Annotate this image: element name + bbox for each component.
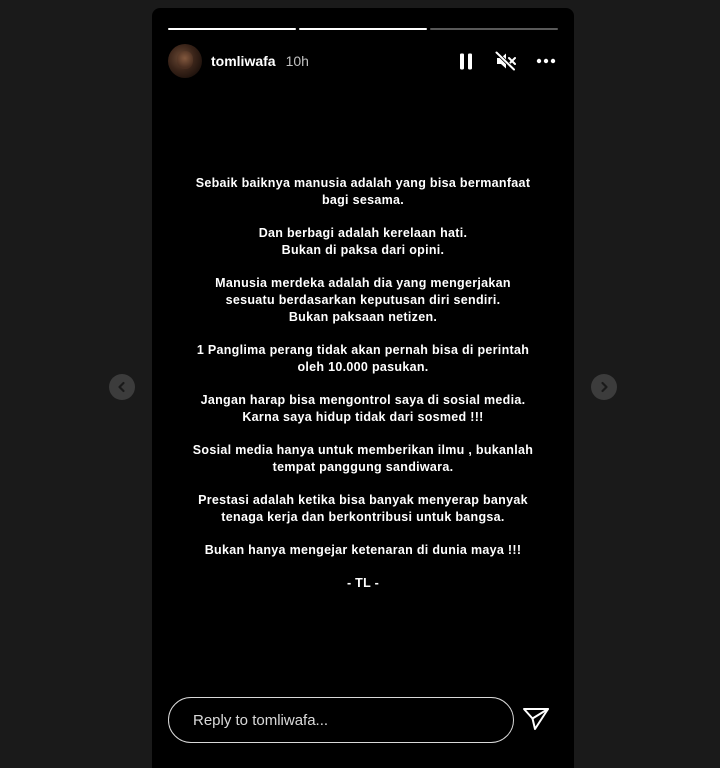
pause-icon [460, 53, 472, 69]
story-line: Bukan di paksa dari opini. [281, 243, 445, 257]
story-paragraph: - TL - [172, 575, 554, 592]
username-link[interactable]: tomliwafa [211, 53, 276, 69]
paper-plane-icon [523, 708, 549, 730]
story-line: Jangan harap bisa mengontrol saya di sos… [200, 393, 526, 407]
send-button[interactable] [522, 707, 552, 733]
story-line: tempat panggung sandiwara. [272, 460, 454, 474]
story-frame: tomliwafa 10h Sebaik baiknya manusia ada… [152, 8, 574, 768]
story-line: bagi sesama. [321, 193, 405, 207]
story-line: Prestasi adalah ketika bisa banyak menye… [198, 493, 528, 507]
progress-fill [168, 28, 296, 30]
post-time: 10h [285, 53, 309, 69]
chevron-right-icon [601, 381, 608, 393]
story-paragraph: Dan berbagi adalah kerelaan hati. Bukan d… [172, 225, 554, 259]
story-line: sesuatu berdasarkan keputusan diri sendi… [225, 293, 501, 307]
story-progress-bar [168, 28, 558, 31]
story-paragraph: Jangan harap bisa mengontrol saya di sos… [172, 392, 554, 426]
story-paragraph: Bukan hanya mengejar ketenaran di dunia … [172, 542, 554, 559]
progress-segment [430, 28, 558, 30]
story-line: Bukan hanya mengejar ketenaran di dunia … [204, 543, 522, 557]
muted-speaker-icon [495, 51, 516, 71]
story-line: Karna saya hidup tidak dari sosmed !!! [242, 410, 484, 424]
avatar[interactable] [168, 44, 202, 78]
story-paragraph: Prestasi adalah ketika bisa banyak menye… [172, 492, 554, 526]
mute-button[interactable] [494, 49, 518, 73]
story-line: 1 Panglima perang tidak akan pernah bisa… [196, 343, 530, 357]
story-paragraph: Manusia merdeka adalah dia yang mengerja… [172, 275, 554, 326]
story-line: Dan berbagi adalah kerelaan hati. [258, 226, 468, 240]
story-text: Sebaik baiknya manusia adalah yang bisa … [172, 175, 554, 608]
more-options-button[interactable] [534, 49, 558, 73]
story-line: - TL - [346, 576, 380, 590]
story-line: Bukan paksaan netizen. [288, 310, 438, 324]
previous-story-button[interactable] [109, 374, 135, 400]
more-dots-icon [536, 58, 556, 64]
story-header: tomliwafa 10h [168, 44, 558, 78]
story-line: Sosial media hanya untuk memberikan ilmu… [192, 443, 534, 457]
story-paragraph: Sebaik baiknya manusia adalah yang bisa … [172, 175, 554, 209]
chevron-left-icon [118, 381, 125, 393]
reply-box[interactable] [168, 697, 514, 743]
progress-segment [168, 28, 296, 30]
story-viewer: tomliwafa 10h Sebaik baiknya manusia ada… [0, 0, 720, 768]
story-line: tenaga kerja dan berkontribusi untuk ban… [221, 510, 505, 524]
story-line: Sebaik baiknya manusia adalah yang bisa … [195, 176, 531, 190]
reply-input[interactable] [191, 710, 495, 730]
progress-fill [299, 28, 427, 30]
story-paragraph: 1 Panglima perang tidak akan pernah bisa… [172, 342, 554, 376]
story-line: oleh 10.000 pasukan. [297, 360, 429, 374]
story-controls [454, 49, 558, 73]
progress-segment [299, 28, 427, 30]
story-line: Manusia merdeka adalah dia yang mengerja… [215, 276, 511, 290]
pause-button[interactable] [454, 49, 478, 73]
story-paragraph: Sosial media hanya untuk memberikan ilmu… [172, 442, 554, 476]
next-story-button[interactable] [591, 374, 617, 400]
